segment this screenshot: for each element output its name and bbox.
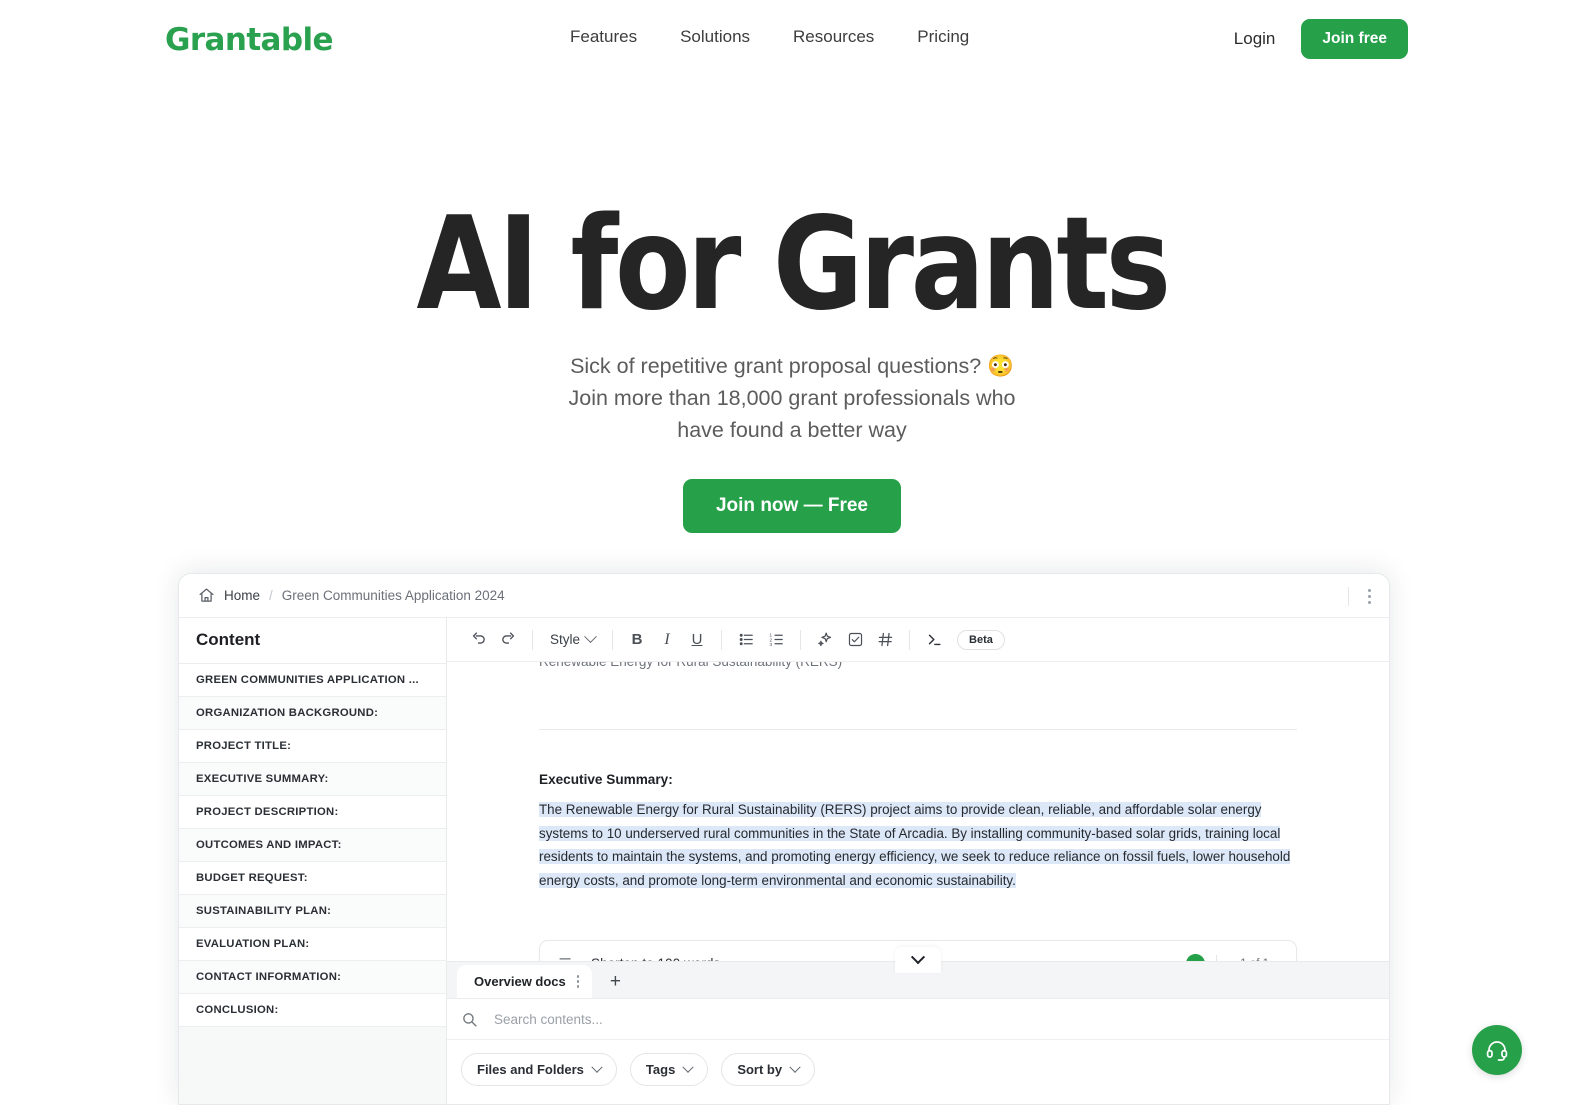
tab-label: Overview docs — [474, 974, 566, 989]
chevron-down-icon — [591, 1061, 603, 1073]
divider — [532, 629, 533, 650]
divider — [800, 629, 802, 650]
chevron-down-icon — [910, 950, 926, 965]
terminal-icon[interactable] — [919, 625, 949, 655]
hash-icon[interactable] — [870, 625, 900, 655]
ai-sparkle-icon[interactable] — [810, 625, 840, 655]
horizontal-rule — [539, 729, 1297, 730]
underline-button[interactable]: U — [682, 625, 712, 655]
undo-icon[interactable] — [463, 625, 493, 655]
divider — [1348, 586, 1349, 606]
nav-item-solutions[interactable]: Solutions — [680, 27, 750, 47]
join-free-button[interactable]: Join free — [1301, 19, 1408, 59]
breadcrumb-separator: / — [269, 588, 273, 603]
add-tab-button[interactable]: + — [592, 965, 638, 998]
hero-subtitle-line-3: have found a better way — [677, 418, 907, 442]
tab-more-options-icon[interactable] — [576, 975, 580, 988]
document-cut-line: Renewable Energy for Rural Sustainabilit… — [539, 662, 1297, 669]
beta-badge[interactable]: Beta — [957, 629, 1005, 650]
sidebar-item-budget-request[interactable]: BUDGET REQUEST: — [179, 862, 446, 895]
app-preview-card: Home / Green Communities Application 202… — [178, 573, 1390, 1105]
divider — [909, 629, 911, 650]
more-options-icon[interactable] — [1361, 587, 1377, 605]
sidebar-item-executive-summary[interactable]: EXECUTIVE SUMMARY: — [179, 763, 446, 796]
svg-text:3: 3 — [769, 642, 772, 648]
sidebar-title: Content — [179, 618, 446, 664]
editor-toolbar: Style B I U 1 2 3 Beta — [447, 618, 1389, 662]
main-nav-links: Features Solutions Resources Pricing — [570, 27, 969, 47]
dock-search-row — [447, 999, 1389, 1040]
hero-cta-wrapper: Join now — Free — [0, 479, 1584, 533]
nav-actions: Login Join free — [1234, 19, 1408, 59]
sidebar-item-organization-background[interactable]: ORGANIZATION BACKGROUND: — [179, 697, 446, 730]
login-link[interactable]: Login — [1234, 29, 1276, 49]
divider — [721, 629, 723, 650]
italic-button[interactable]: I — [652, 625, 682, 655]
home-icon[interactable] — [198, 587, 215, 604]
chevron-down-icon — [584, 630, 597, 644]
checkbox-icon[interactable] — [840, 625, 870, 655]
filter-label: Files and Folders — [477, 1062, 584, 1077]
join-now-free-button[interactable]: Join now — Free — [682, 479, 902, 533]
content-sidebar: Content GREEN COMMUNITIES APPLICATION ..… — [179, 618, 447, 1104]
hero-subtitle-line-2: Join more than 18,000 grant professional… — [568, 386, 1016, 410]
hero-subtitle: Sick of repetitive grant proposal questi… — [0, 350, 1584, 446]
bold-button[interactable]: B — [622, 625, 652, 655]
hero-subtitle-line-1: Sick of repetitive grant proposal questi… — [570, 354, 1014, 378]
nav-item-resources[interactable]: Resources — [793, 27, 874, 47]
docs-dock-panel: Overview docs + Files and Folders Tags S… — [447, 961, 1389, 1104]
redo-icon[interactable] — [493, 625, 523, 655]
nav-item-pricing[interactable]: Pricing — [917, 27, 969, 47]
sidebar-item-outcomes-and-impact[interactable]: OUTCOMES AND IMPACT: — [179, 829, 446, 862]
sidebar-item-contact-information[interactable]: CONTACT INFORMATION: — [179, 961, 446, 994]
breadcrumb-home[interactable]: Home — [224, 588, 260, 603]
selected-text: The Renewable Energy for Rural Sustainab… — [539, 802, 1291, 888]
numbered-list-icon[interactable]: 1 2 3 — [761, 625, 791, 655]
tab-overview-docs[interactable]: Overview docs — [457, 965, 593, 998]
sidebar-item-evaluation-plan[interactable]: EVALUATION PLAN: — [179, 928, 446, 961]
dock-filter-row: Files and Folders Tags Sort by — [447, 1040, 1389, 1086]
nav-item-features[interactable]: Features — [570, 27, 637, 47]
document-heading: Executive Summary: — [539, 772, 673, 787]
breadcrumb: Home / Green Communities Application 202… — [179, 574, 1389, 618]
divider — [612, 629, 614, 650]
sidebar-item-project-title[interactable]: PROJECT TITLE: — [179, 730, 446, 763]
style-dropdown[interactable]: Style — [542, 625, 603, 655]
sidebar-item-conclusion[interactable]: CONCLUSION: — [179, 994, 446, 1027]
bullet-list-icon[interactable] — [731, 625, 761, 655]
breadcrumb-document[interactable]: Green Communities Application 2024 — [282, 588, 505, 603]
document-paragraph[interactable]: The Renewable Energy for Rural Sustainab… — [539, 798, 1297, 892]
breadcrumb-actions — [1348, 574, 1377, 618]
chevron-down-icon — [682, 1061, 694, 1073]
chevron-down-icon — [789, 1061, 801, 1073]
collapse-panel-button[interactable] — [895, 947, 941, 973]
sidebar-item-green-communities[interactable]: GREEN COMMUNITIES APPLICATION ... — [179, 664, 446, 697]
top-navigation-bar: Grantable Features Solutions Resources P… — [0, 0, 1584, 78]
search-input[interactable] — [494, 1011, 894, 1027]
support-chat-button[interactable] — [1472, 1025, 1522, 1075]
filter-files-and-folders[interactable]: Files and Folders — [461, 1053, 617, 1086]
page-title: AI for Grants — [416, 190, 1171, 339]
filter-label: Sort by — [737, 1062, 783, 1077]
filter-tags[interactable]: Tags — [629, 1053, 709, 1086]
search-icon — [463, 1012, 477, 1027]
sidebar-item-sustainability-plan[interactable]: SUSTAINABILITY PLAN: — [179, 895, 446, 928]
grantable-logo[interactable]: Grantable — [165, 22, 334, 58]
style-dropdown-label: Style — [550, 632, 581, 647]
headset-icon — [1486, 1041, 1508, 1061]
sidebar-item-project-description[interactable]: PROJECT DESCRIPTION: — [179, 796, 446, 829]
sidebar-empty-space — [179, 1027, 446, 1104]
filter-label: Tags — [645, 1062, 676, 1077]
filter-sort-by[interactable]: Sort by — [721, 1053, 816, 1086]
